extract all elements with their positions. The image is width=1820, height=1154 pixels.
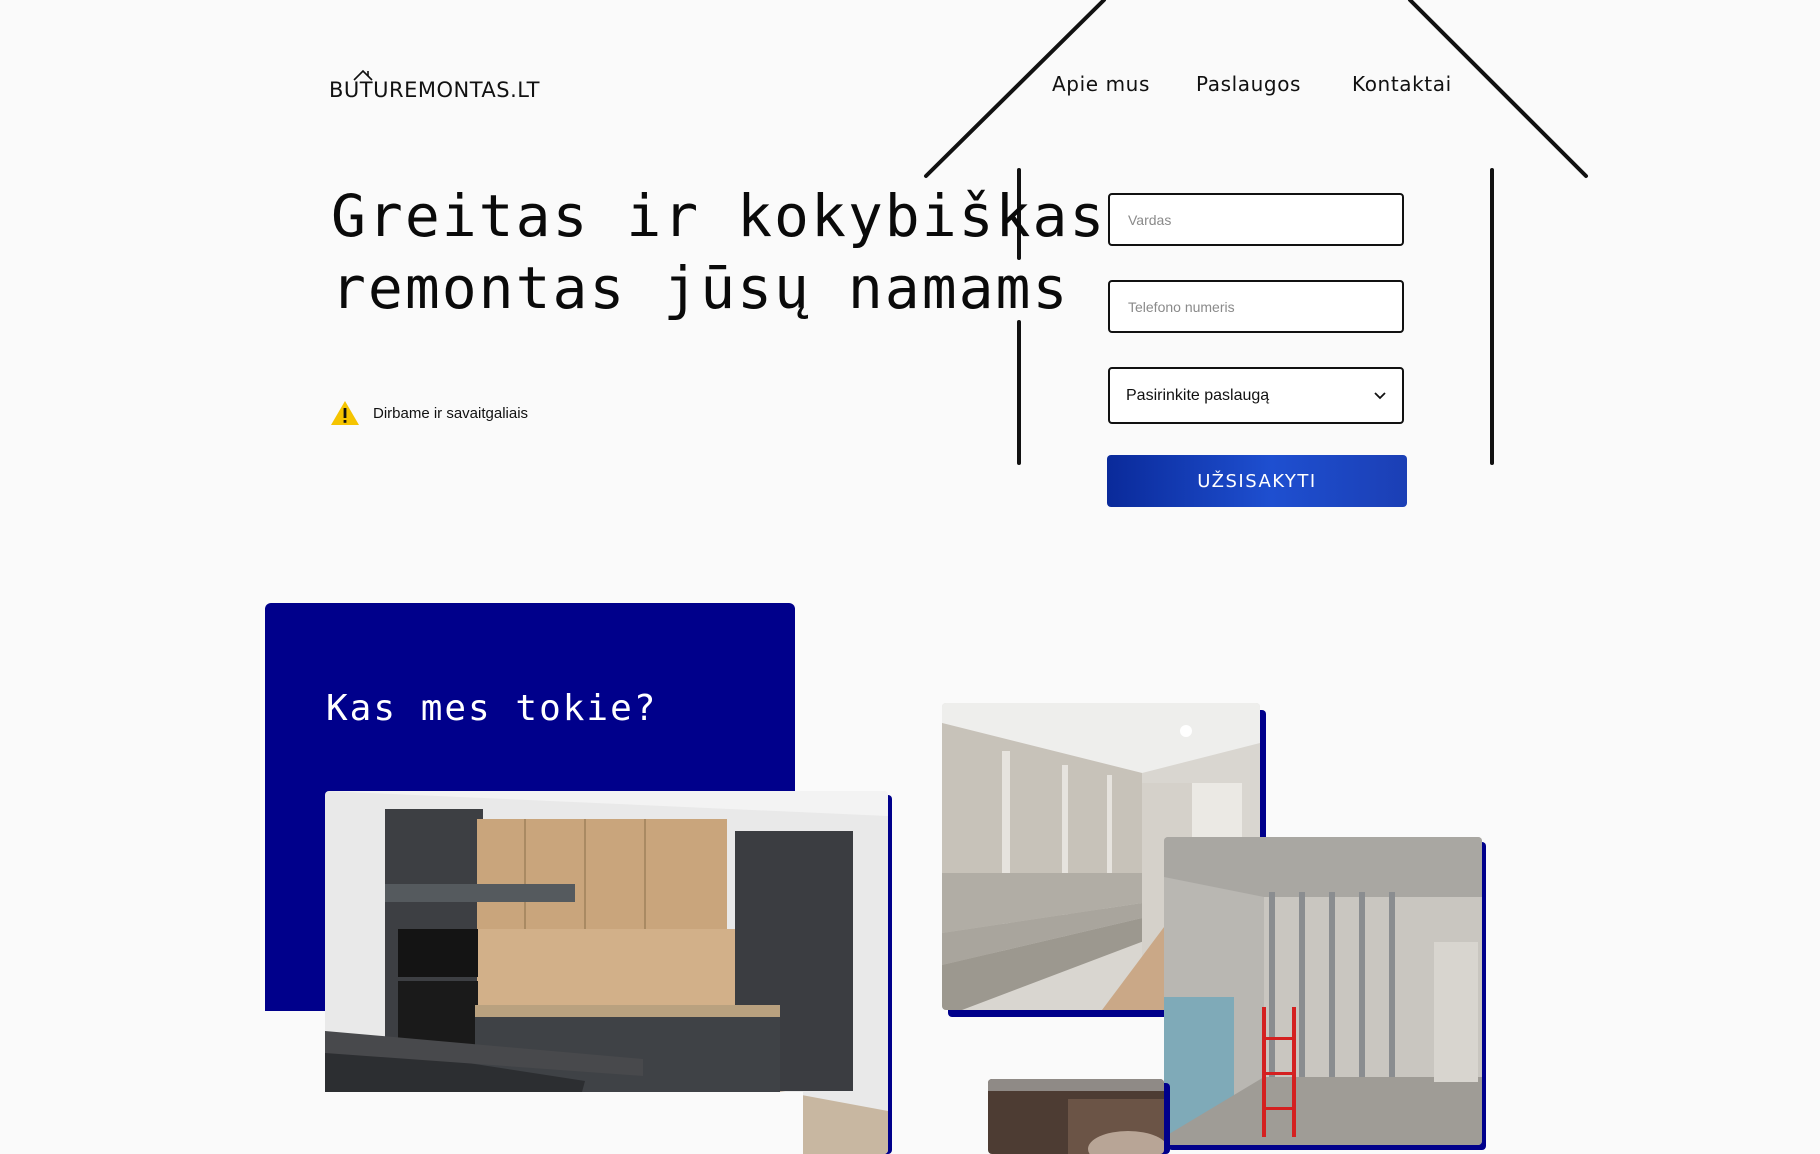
warning-icon — [331, 401, 359, 425]
service-select-value: Pasirinkite paslaugą — [1126, 386, 1270, 404]
weekend-note: Dirbame ir savaitgaliais — [330, 400, 528, 426]
hero-title-line1: Greitas ir kokybiškas — [331, 182, 1107, 250]
chevron-down-icon — [1374, 391, 1386, 399]
site-logo[interactable]: BUTUREMONTAS.LT — [329, 78, 540, 102]
construction-photo — [1164, 837, 1482, 1145]
tile-photo — [988, 1079, 1164, 1154]
content-panel — [325, 1092, 803, 1154]
weekend-note-text: Dirbame ir savaitgaliais — [373, 404, 529, 422]
about-title: Kas mes tokie? — [326, 688, 658, 729]
name-input[interactable] — [1108, 193, 1404, 246]
order-button[interactable]: UŽSISAKYTI — [1107, 455, 1407, 507]
hero-title: Greitas ir kokybiškas remontas jūsų nama… — [331, 180, 1106, 324]
phone-input[interactable] — [1108, 280, 1404, 333]
hero-title-line2: remontas jūsų namams — [331, 254, 1070, 322]
nav-item-kontaktai[interactable]: Kontaktai — [1352, 72, 1452, 96]
service-select[interactable]: Pasirinkite paslaugą — [1108, 367, 1404, 424]
nav-item-paslaugos[interactable]: Paslaugos — [1196, 72, 1301, 96]
nav-item-apie-mus[interactable]: Apie mus — [1052, 72, 1150, 96]
